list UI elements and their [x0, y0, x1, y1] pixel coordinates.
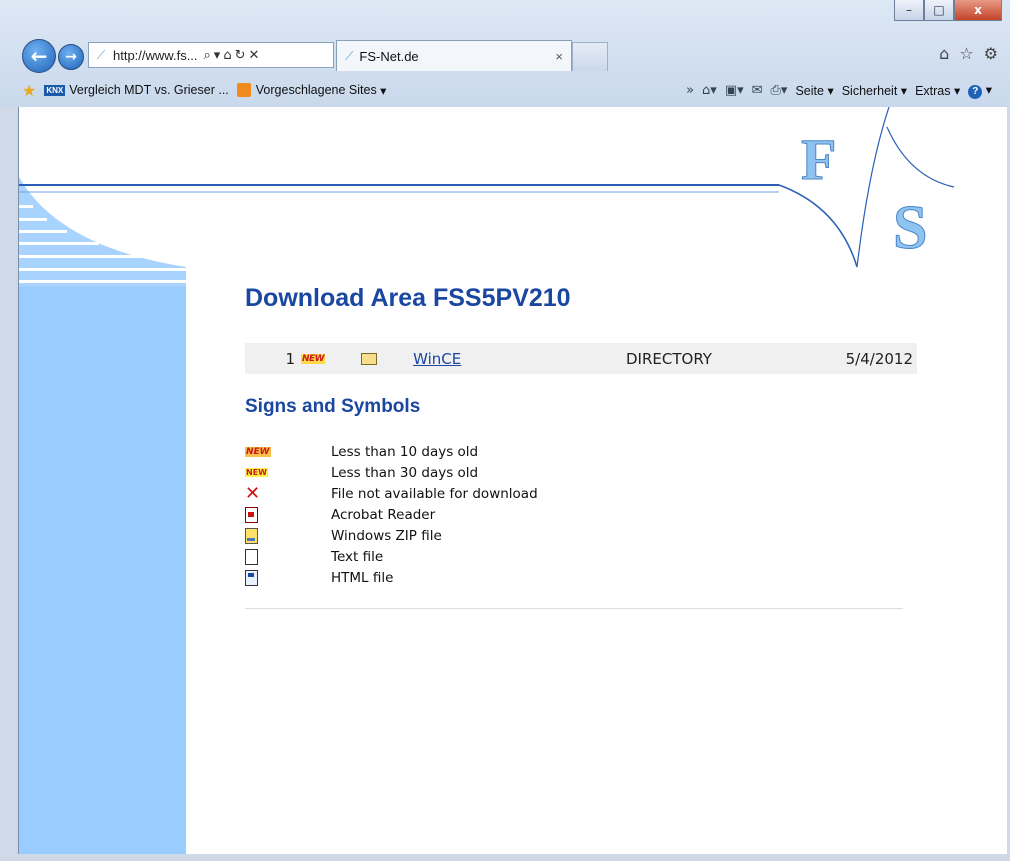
- extras-label: Extras: [915, 83, 951, 98]
- close-button[interactable]: x: [954, 0, 1002, 21]
- home-page-icon[interactable]: ⌂▾: [702, 83, 717, 98]
- zip-icon: [245, 527, 258, 544]
- new-10-days-icon: NEW: [301, 353, 326, 364]
- folder-icon: [361, 352, 378, 365]
- minimize-button[interactable]: –: [894, 0, 924, 21]
- suggested-sites-icon: [236, 83, 251, 97]
- html-file-icon: [245, 569, 258, 586]
- feeds-icon[interactable]: ▣▾: [725, 83, 744, 98]
- browser-right-icons: ⌂ ☆ ⚙: [939, 44, 998, 63]
- signs-symbols-heading: Signs and Symbols: [245, 396, 421, 417]
- legend-text: HTML file: [331, 569, 394, 586]
- knx-icon: KNX: [44, 84, 66, 96]
- more-chevron-icon[interactable]: »: [686, 83, 694, 98]
- legend-text: Acrobat Reader: [331, 506, 436, 523]
- wince-link[interactable]: WinCE: [413, 350, 461, 368]
- seite-label: Seite: [795, 83, 824, 98]
- navigation-bar: ← → ⟋ http://www.fs... ⌕▾⌂↻✕ ⟋ FS-Net.de…: [0, 38, 1010, 73]
- favorite-item-mdt[interactable]: KNX Vergleich MDT vs. Grieser ...: [44, 83, 229, 97]
- list-item: Acrobat Reader: [245, 504, 665, 525]
- back-button[interactable]: ←: [22, 39, 56, 73]
- print-icon[interactable]: ⎙▾: [771, 83, 788, 98]
- list-item: HTML file: [245, 567, 665, 588]
- help-menu[interactable]: ? ▾: [968, 82, 992, 99]
- fs-logo: F S: [778, 107, 955, 268]
- tab-active[interactable]: ⟋ FS-Net.de ×: [336, 40, 572, 71]
- tab-favicon-icon: ⟋: [345, 48, 354, 63]
- favorites-add-star-icon[interactable]: ★: [22, 81, 36, 100]
- new-30-days-icon: NEW: [245, 468, 268, 477]
- list-item: NEW Less than 10 days old: [245, 441, 665, 462]
- row-number: 1: [285, 349, 295, 368]
- seite-menu[interactable]: Seite ▾: [795, 83, 833, 98]
- logo-letter-s: S: [893, 194, 927, 262]
- command-bar: » ⌂▾ ▣▾ ✉ ⎙▾ Seite ▾ Sicherheit ▾ Extras…: [686, 75, 992, 105]
- browser-chrome: – □ x ← → ⟋ http://www.fs... ⌕▾⌂↻✕ ⟋ FS-…: [0, 0, 1010, 107]
- legend-text: Windows ZIP file: [331, 527, 442, 544]
- title-bar: – □ x: [0, 0, 1010, 36]
- settings-gear-icon[interactable]: ⚙: [984, 44, 998, 63]
- favorite-item-label: Vergleich MDT vs. Grieser ...: [69, 83, 229, 97]
- home-icon[interactable]: ⌂: [939, 44, 949, 63]
- extras-menu[interactable]: Extras ▾: [915, 83, 960, 98]
- forward-button[interactable]: →: [58, 44, 84, 70]
- tab-close-icon[interactable]: ×: [555, 49, 563, 64]
- chevron-down-icon: ▾: [376, 83, 387, 98]
- legend-text: Text file: [331, 548, 384, 565]
- text-file-icon: [245, 548, 258, 565]
- row-type: DIRECTORY: [626, 349, 712, 368]
- tab-title: FS-Net.de: [359, 48, 419, 64]
- legend-text: Less than 10 days old: [331, 443, 479, 460]
- site-favicon-icon: ⟋: [96, 47, 106, 62]
- address-bar[interactable]: ⟋ http://www.fs... ⌕▾⌂↻✕: [88, 42, 334, 68]
- logo-letter-f: F: [801, 127, 836, 192]
- mail-icon[interactable]: ✉: [752, 83, 763, 98]
- back-arrow-icon: ←: [30, 44, 48, 68]
- favorite-item-suggested[interactable]: Vorgeschlagene Sites ▾: [236, 83, 387, 98]
- sicherheit-menu[interactable]: Sicherheit ▾: [842, 83, 907, 98]
- table-row: 1 NEW WinCE DIRECTORY 5/4/2012: [245, 343, 917, 374]
- window-controls: – □ x: [894, 0, 1002, 21]
- address-text[interactable]: http://www.fs...: [113, 48, 198, 63]
- status-bar: [0, 854, 1010, 861]
- page-title: Download Area FSS5PV210: [245, 284, 571, 312]
- help-icon: ?: [968, 84, 983, 99]
- address-tools-icons[interactable]: ⌕▾⌂↻✕: [204, 48, 263, 63]
- list-item: ✕ File not available for download: [245, 483, 665, 504]
- legend-list: NEW Less than 10 days old NEW Less than …: [245, 441, 665, 588]
- favorites-star-icon[interactable]: ☆: [959, 44, 973, 63]
- divider: [245, 608, 903, 609]
- sicherheit-label: Sicherheit: [841, 83, 898, 98]
- sidebar-panel: [19, 287, 186, 854]
- list-item: Text file: [245, 546, 665, 567]
- not-available-icon: ✕: [245, 482, 261, 504]
- list-item: NEW Less than 30 days old: [245, 462, 665, 483]
- legend-text: Less than 30 days old: [331, 464, 479, 481]
- acrobat-icon: [245, 506, 258, 523]
- new-tab-button[interactable]: [572, 42, 608, 71]
- page-content: F S Download Area FSS5PV210 1 NEW WinCE …: [18, 107, 1007, 854]
- row-date: 5/4/2012: [845, 349, 913, 368]
- forward-arrow-icon: →: [65, 49, 77, 65]
- favorites-bar: ★ KNX Vergleich MDT vs. Grieser ... Vorg…: [0, 75, 1010, 105]
- maximize-button[interactable]: □: [924, 0, 954, 21]
- favorite-item-label: Vorgeschlagene Sites: [255, 83, 377, 97]
- list-item: Windows ZIP file: [245, 525, 665, 546]
- legend-text: File not available for download: [331, 485, 538, 502]
- new-10-days-icon: NEW: [245, 446, 271, 457]
